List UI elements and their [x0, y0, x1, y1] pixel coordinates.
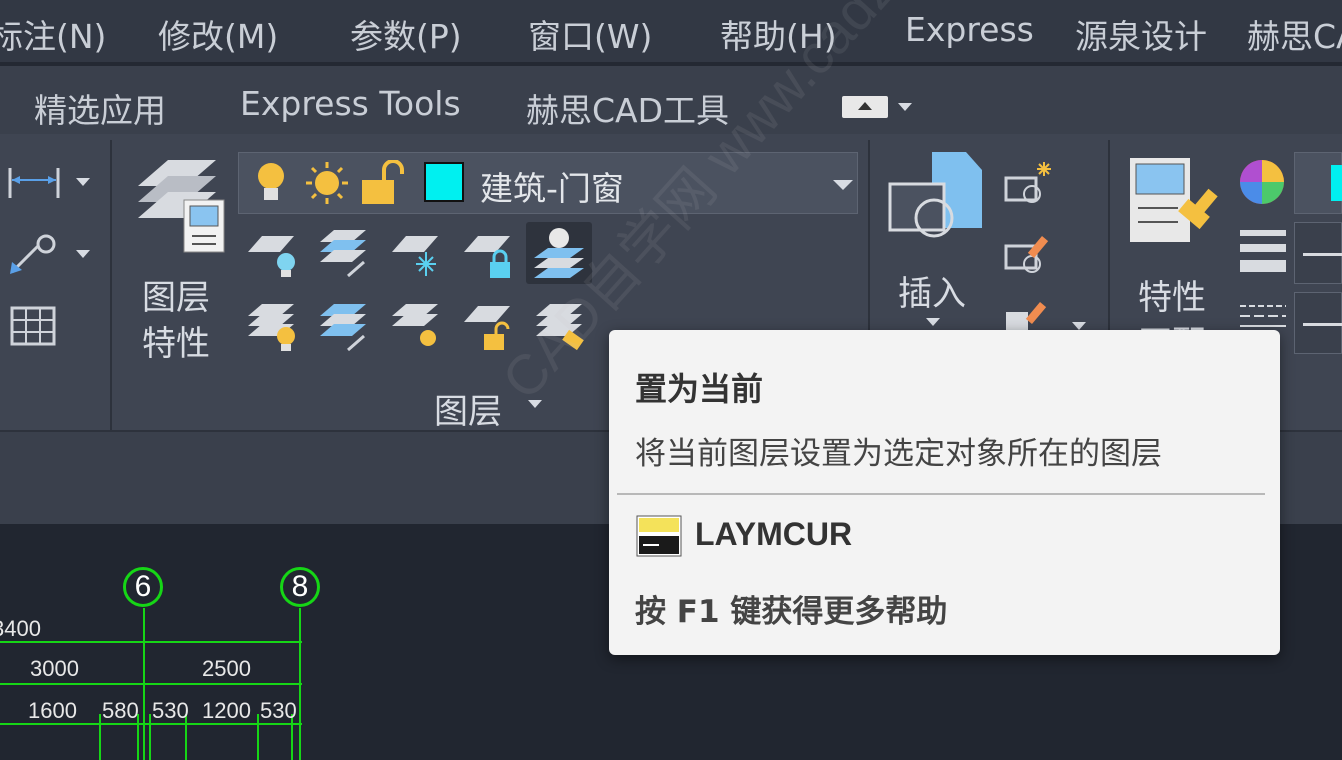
ribbon-tab-bar: 精选应用 Express Tools 赫思CAD工具 — [0, 66, 1342, 134]
table-icon[interactable] — [10, 306, 56, 346]
match-properties-icon[interactable] — [1128, 156, 1224, 256]
linetype-icon[interactable] — [1238, 300, 1288, 330]
menu-bar: 标注(N) 修改(M) 参数(P) 窗口(W) 帮助(H) Express 源泉… — [0, 0, 1342, 62]
layer-lock-icon[interactable] — [462, 232, 516, 280]
dimension-text: 530 — [152, 698, 189, 723]
color-dropdown[interactable] — [1294, 152, 1342, 214]
dimension-text: 1200 — [202, 698, 251, 723]
menu-annotate[interactable]: 标注(N) — [0, 10, 106, 58]
color-swatch — [1331, 165, 1342, 201]
layer-unisolate-icon[interactable] — [318, 302, 372, 354]
menu-parametric[interactable]: 参数(P) — [350, 10, 462, 58]
lineweight-icon[interactable] — [1238, 226, 1288, 278]
lineweight-dropdown[interactable] — [1294, 222, 1342, 284]
tab-featured-apps[interactable]: 精选应用 — [34, 84, 166, 132]
layer-on-icon[interactable] — [246, 302, 300, 354]
edit-attributes-icon[interactable] — [1004, 302, 1054, 332]
dimension-dropdown-icon[interactable] — [76, 178, 90, 186]
dimension-text: 3400 — [0, 616, 41, 641]
dimension-text: 3000 — [30, 656, 79, 681]
dimension-text: 530 — [260, 698, 297, 723]
lightbulb-icon[interactable] — [254, 160, 288, 206]
dimension-text: 2500 — [202, 656, 251, 681]
layer-isolate-icon[interactable] — [318, 228, 372, 280]
axis-bubble-6: 6 — [123, 567, 163, 607]
unlock-icon[interactable] — [360, 160, 408, 206]
command-line-icon — [636, 515, 682, 557]
tooltip-command-name: LAYMCUR — [695, 516, 853, 552]
tooltip-help-hint: 按 F1 键获得更多帮助 — [635, 594, 948, 630]
linetype-dropdown[interactable] — [1294, 292, 1342, 354]
leader-dropdown-icon[interactable] — [76, 250, 90, 258]
ribbon-options-chevron-icon[interactable] — [898, 103, 912, 111]
layer-freeze-icon[interactable] — [390, 232, 444, 280]
color-wheel-icon[interactable] — [1238, 158, 1286, 206]
insert-block-icon[interactable] — [884, 150, 984, 250]
current-layer-name: 建筑-门窗 — [480, 169, 624, 208]
insert-label[interactable]: 插入 — [898, 266, 966, 315]
block-tools-dropdown-icon[interactable] — [1072, 322, 1086, 330]
layer-dropdown-chevron-icon[interactable] — [833, 180, 853, 190]
match-properties-label[interactable]: 特性 — [1138, 270, 1206, 319]
menu-modify[interactable]: 修改(M) — [158, 10, 278, 58]
dimension-text: 580 — [102, 698, 139, 723]
lineweight-sample — [1303, 253, 1342, 256]
linear-dimension-icon[interactable] — [6, 162, 66, 202]
layers-panel-title[interactable]: 图层 — [434, 384, 502, 433]
insert-dropdown-icon[interactable] — [926, 318, 940, 326]
layer-properties-label[interactable]: 图层 — [142, 270, 210, 319]
layer-thaw-icon[interactable] — [390, 302, 444, 354]
ribbon-minimize-button[interactable] — [842, 96, 888, 118]
dimension-text: 1600 — [28, 698, 77, 723]
sun-icon[interactable] — [304, 160, 350, 206]
edit-block-icon[interactable] — [1004, 232, 1054, 278]
tooltip-divider — [617, 493, 1265, 495]
menu-yuanquan[interactable]: 源泉设计 — [1075, 10, 1207, 58]
tooltip-title: 置为当前 — [635, 370, 764, 408]
create-block-icon[interactable] — [1004, 160, 1054, 206]
tab-express-tools[interactable]: Express Tools — [240, 84, 461, 123]
menu-window[interactable]: 窗口(W) — [528, 10, 652, 58]
command-tooltip: 置为当前 将当前图层设置为选定对象所在的图层 LAYMCUR 按 F1 键获得更… — [609, 330, 1280, 655]
panel-separator — [110, 140, 112, 430]
leader-icon[interactable] — [8, 232, 58, 276]
layer-color-swatch — [424, 162, 464, 202]
layer-off-icon[interactable] — [246, 232, 300, 280]
layer-properties-label[interactable]: 特性 — [142, 316, 210, 365]
layer-properties-icon[interactable] — [128, 156, 228, 256]
menu-hesi[interactable]: 赫思CAD — [1247, 10, 1342, 58]
menu-express[interactable]: Express — [905, 10, 1034, 49]
axis-bubble-8: 8 — [280, 567, 320, 607]
tooltip-description: 将当前图层设置为选定对象所在的图层 — [635, 436, 1162, 472]
linetype-sample — [1303, 323, 1342, 326]
